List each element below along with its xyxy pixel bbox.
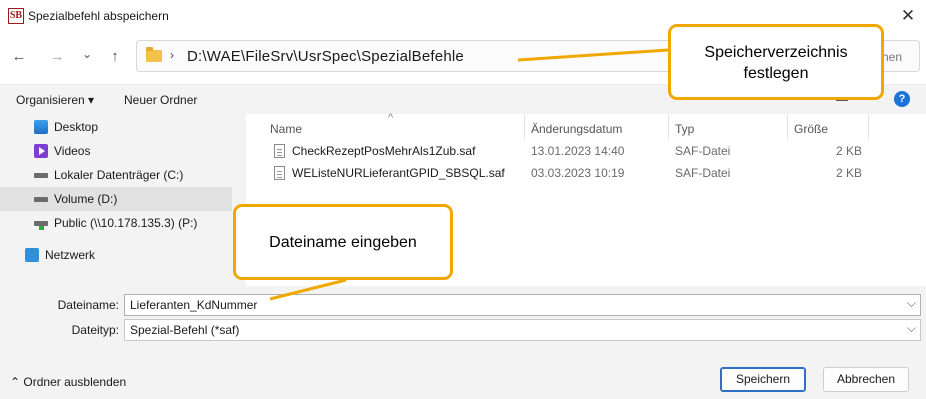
chevron-down-icon[interactable]: ⌵ <box>907 296 916 311</box>
window-title: Spezialbefehl abspeichern <box>28 9 169 23</box>
file-icon <box>274 166 285 180</box>
navigation-pane: Desktop Videos Lokaler Datenträger (C:) … <box>0 114 232 286</box>
file-date: 03.03.2023 10:19 <box>531 166 625 180</box>
sidebar-item-volume-d[interactable]: Volume (D:) <box>0 187 232 211</box>
callout-directory-line1: Speicherverzeichnis <box>704 44 848 61</box>
column-divider[interactable] <box>524 114 525 140</box>
column-divider[interactable] <box>868 114 869 140</box>
column-header-date[interactable]: Änderungsdatum <box>531 122 622 136</box>
filename-label: Dateiname: <box>57 298 119 312</box>
address-path[interactable]: D:\WAE\FileSrv\UsrSpec\SpezialBefehle <box>187 48 464 65</box>
drive-icon <box>34 168 48 182</box>
sidebar-item-netzwerk[interactable]: Netzwerk <box>0 243 232 267</box>
callout-filename: Dateiname eingeben <box>233 204 453 280</box>
column-divider[interactable] <box>668 114 669 140</box>
sidebar-item-drive-c[interactable]: Lokaler Datenträger (C:) <box>0 163 232 187</box>
file-row[interactable]: CheckRezeptPosMehrAls1Zub.saf 13.01.2023… <box>268 140 888 162</box>
desktop-icon <box>34 120 48 134</box>
breadcrumb-chevron-icon[interactable]: › <box>170 48 174 62</box>
sidebar-item-public-p[interactable]: Public (\\10.178.135.3) (P:) <box>0 211 232 235</box>
close-button[interactable]: ✕ <box>893 4 923 28</box>
sidebar-item-label: Videos <box>54 144 91 158</box>
callout-directory-line2: festlegen <box>743 65 809 82</box>
callout-filename-text: Dateiname eingeben <box>269 234 417 251</box>
network-drive-icon <box>34 216 48 230</box>
column-header-type[interactable]: Typ <box>675 122 694 136</box>
save-button[interactable]: Speichern <box>720 367 806 392</box>
forward-arrow-icon[interactable]: → <box>46 46 68 68</box>
network-icon <box>25 248 39 262</box>
column-divider[interactable] <box>787 114 788 140</box>
sort-ascending-icon: ^ <box>388 112 394 124</box>
folder-icon <box>146 47 162 62</box>
file-row[interactable]: WEListeNURLieferantGPID_SBSQL.saf 03.03.… <box>268 162 888 184</box>
up-arrow-icon[interactable]: ↑ <box>104 46 126 68</box>
file-type: SAF-Datei <box>675 144 731 158</box>
recent-locations-chevron-icon[interactable]: ⌄ <box>76 43 98 65</box>
file-name: CheckRezeptPosMehrAls1Zub.saf <box>292 144 476 158</box>
new-folder-button[interactable]: Neuer Ordner <box>124 93 197 107</box>
filename-input[interactable]: Lieferanten_KdNummer ⌵ <box>124 294 921 316</box>
file-size: 2 KB <box>836 144 863 158</box>
sidebar-item-desktop[interactable]: Desktop <box>0 115 232 139</box>
videos-icon <box>34 144 48 158</box>
drive-icon <box>34 192 48 206</box>
save-form: Dateiname: Lieferanten_KdNummer ⌵ Dateit… <box>0 286 926 346</box>
callout-directory: Speicherverzeichnis festlegen <box>668 24 884 100</box>
file-icon <box>274 144 285 158</box>
filetype-select[interactable]: Spezial-Befehl (*saf) ⌵ <box>124 319 921 341</box>
file-size: 2 KB <box>836 166 863 180</box>
cancel-button[interactable]: Abbrechen <box>823 367 909 392</box>
file-date: 13.01.2023 14:40 <box>531 144 625 158</box>
sidebar-item-label: Public (\\10.178.135.3) (P:) <box>54 216 198 230</box>
filetype-label: Dateityp: <box>71 323 119 337</box>
file-type: SAF-Datei <box>675 166 731 180</box>
back-arrow-icon[interactable]: ← <box>8 46 30 68</box>
hide-folders-button[interactable]: ⌃ Ordner ausblenden <box>10 375 126 389</box>
filename-value: Lieferanten_KdNummer <box>130 298 258 312</box>
dialog-footer: ⌃ Ordner ausblenden Speichern Abbrechen <box>0 346 926 399</box>
filetype-value: Spezial-Befehl (*saf) <box>130 323 240 337</box>
column-header-name[interactable]: Name <box>270 122 302 136</box>
sidebar-item-label: Desktop <box>54 120 99 134</box>
sidebar-item-label: Netzwerk <box>45 248 96 262</box>
sidebar-item-videos[interactable]: Videos <box>0 139 232 163</box>
sidebar-item-label: Volume (D:) <box>54 192 118 206</box>
organize-button[interactable]: Organisieren ▾ <box>16 93 94 107</box>
column-header-size[interactable]: Größe <box>794 122 828 136</box>
help-icon[interactable]: ? <box>894 91 910 107</box>
chevron-down-icon[interactable]: ⌵ <box>907 321 916 336</box>
app-logo-icon: SB <box>8 8 24 24</box>
file-name: WEListeNURLieferantGPID_SBSQL.saf <box>292 166 505 180</box>
sidebar-item-label: Lokaler Datenträger (C:) <box>54 168 184 182</box>
